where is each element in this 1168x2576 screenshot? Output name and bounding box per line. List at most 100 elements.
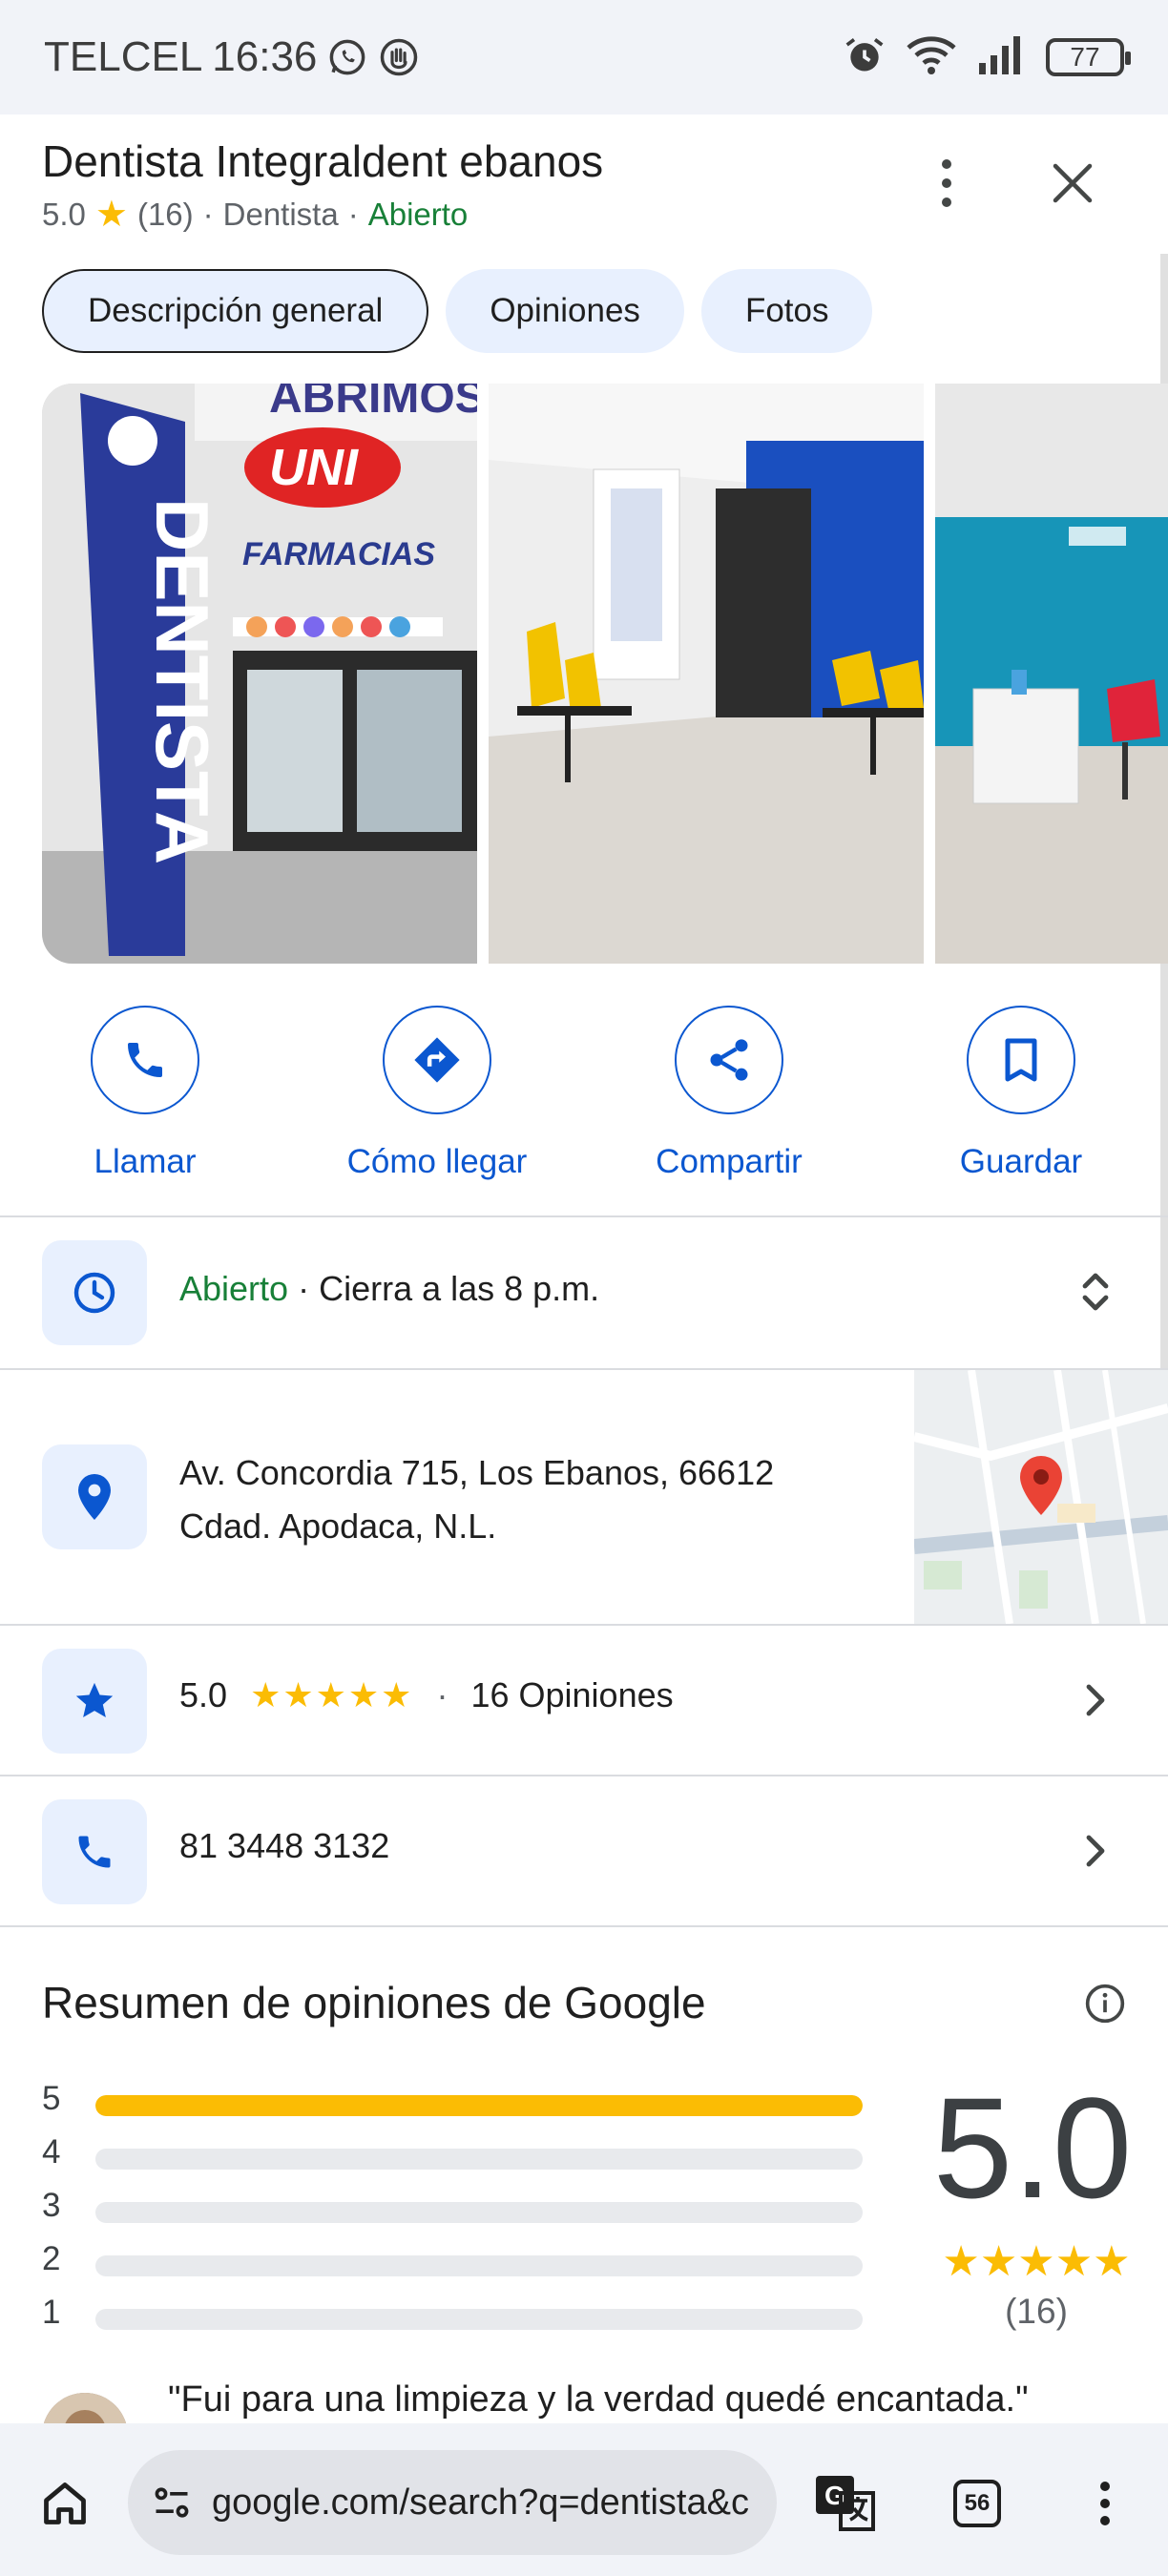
clock-icon	[73, 1272, 115, 1314]
place-header: Dentista Integraldent ebanos 5.0 ★ (16) …	[0, 114, 1168, 258]
battery-indicator: 77	[1046, 38, 1131, 76]
hours-text: Abierto · Cierra a las 8 p.m.	[179, 1269, 599, 1309]
info-button[interactable]	[1084, 1983, 1126, 2025]
directions-action-circle[interactable]	[383, 1006, 491, 1114]
phone-icon-box	[42, 1799, 147, 1904]
directions-action-label: Cómo llegar	[346, 1143, 528, 1180]
place-title: Dentista Integraldent ebanos	[42, 136, 604, 186]
share-action-label: Compartir	[656, 1143, 803, 1180]
storefront-image: ABRIMOS! UNI FARMACIAS DENTISTA	[42, 384, 477, 964]
separator: ·	[347, 196, 359, 232]
photo-storefront[interactable]: ABRIMOS! UNI FARMACIAS DENTISTA	[42, 384, 477, 964]
rating-bar-track	[95, 2095, 863, 2116]
action-buttons: Llamar Cómo llegar Compartir Guardar	[0, 1002, 1168, 1212]
review-summary-title: Resumen de opiniones de Google	[42, 1978, 706, 2027]
photo-hallway[interactable]	[489, 384, 924, 964]
status-bar-left: TELCEL 16:36	[44, 33, 420, 81]
rating-distribution: 5 4 3 2 1	[42, 2080, 863, 2347]
browser-bottom-bar: google.com/search?q=dentista&c G 56	[0, 2423, 1168, 2576]
unfold-icon	[1082, 1273, 1109, 1311]
rating-bar-row: 2	[42, 2240, 863, 2294]
tab-reviews[interactable]: Opiniones	[446, 269, 684, 353]
call-action-label: Llamar	[94, 1143, 197, 1180]
review-snippet[interactable]: "Fui para una limpieza y la verdad quedé…	[168, 2379, 1029, 2420]
rating-row[interactable]: 5.0 ★★★★★ · 16 Opiniones	[0, 1626, 1168, 1775]
url-text: google.com/search?q=dentista&c	[212, 2482, 749, 2523]
location-pin-icon	[78, 1474, 111, 1520]
rating-bar-row: 4	[42, 2133, 863, 2187]
map-image	[914, 1370, 1168, 1624]
call-action-button[interactable]: Llamar	[31, 1006, 260, 1181]
chevron-right-icon	[1086, 1835, 1105, 1867]
photo-office[interactable]	[935, 384, 1168, 964]
save-action-button[interactable]: Guardar	[907, 1006, 1136, 1181]
hand-icon	[378, 36, 420, 78]
tab-switcher-button[interactable]: 56	[943, 2469, 1012, 2538]
place-rating: 5.0	[42, 196, 86, 232]
rating-bar-row: 3	[42, 2187, 863, 2240]
info-icon	[1085, 1984, 1125, 2024]
rating-bar-label: 5	[42, 2080, 61, 2117]
alarm-icon	[844, 34, 886, 81]
address-line-1: Av. Concordia 715, Los Ebanos, 66612	[179, 1453, 775, 1492]
place-review-count: (16)	[136, 196, 194, 232]
phone-row[interactable]: 81 3448 3132	[0, 1776, 1168, 1925]
home-button[interactable]	[31, 2469, 99, 2538]
rating-bar-label: 2	[42, 2240, 61, 2277]
photo-carousel[interactable]: ABRIMOS! UNI FARMACIAS DENTISTA	[42, 384, 1168, 964]
directions-action-button[interactable]: Cómo llegar	[323, 1006, 552, 1181]
rating-bar-label: 3	[42, 2187, 61, 2224]
pharmacy-sub-text: FARMACIAS	[242, 536, 435, 572]
address-icon-box	[42, 1444, 147, 1549]
close-icon	[1053, 163, 1093, 203]
home-icon	[44, 2483, 86, 2524]
translate-icon: G	[816, 2476, 875, 2531]
more-vert-icon	[1100, 2482, 1110, 2525]
map-thumbnail[interactable]	[914, 1370, 1168, 1624]
share-action-button[interactable]: Compartir	[615, 1006, 844, 1181]
rating-bar-row: 1	[42, 2294, 863, 2347]
hours-detail: · Cierra a las 8 p.m.	[288, 1269, 600, 1308]
tab-count: 56	[953, 2480, 1001, 2527]
share-action-circle[interactable]	[675, 1006, 783, 1114]
tab-bar: Descripción general Opiniones Fotos	[42, 269, 873, 353]
hours-icon-box	[42, 1240, 147, 1345]
rating-bar-track	[95, 2149, 863, 2170]
call-action-circle[interactable]	[91, 1006, 199, 1114]
place-category: Dentista	[222, 196, 339, 232]
site-settings-icon	[155, 2487, 189, 2518]
directions-icon	[414, 1037, 460, 1083]
rating-bar-track	[95, 2202, 863, 2223]
address-line-2: Cdad. Apodaca, N.L.	[179, 1506, 497, 1546]
summary-count: (16)	[1005, 2292, 1068, 2331]
place-subline: 5.0 ★ (16) · Dentista · Abierto	[42, 193, 468, 236]
url-bar[interactable]: google.com/search?q=dentista&c	[128, 2450, 777, 2555]
chevron-right-icon	[1086, 1684, 1105, 1716]
browser-menu-button[interactable]	[1071, 2469, 1139, 2538]
hours-row[interactable]: Abierto · Cierra a las 8 p.m.	[0, 1217, 1168, 1368]
close-button[interactable]	[1034, 145, 1111, 221]
status-bar: TELCEL 16:36 77	[0, 0, 1168, 114]
rating-value: 5.0	[179, 1675, 228, 1714]
more-vert-icon	[942, 159, 951, 207]
star-icon	[75, 1682, 114, 1718]
summary-stars: ★★★★★	[942, 2238, 1131, 2285]
open-reviews-button[interactable]	[1076, 1681, 1115, 1719]
whatsapp-icon	[326, 36, 368, 78]
open-phone-button[interactable]	[1076, 1832, 1115, 1870]
tab-overview[interactable]: Descripción general	[42, 269, 429, 353]
translate-button[interactable]: G	[811, 2469, 880, 2538]
share-icon	[710, 1039, 748, 1081]
rating-bar-track	[95, 2309, 863, 2330]
wall-sign-text: ABRIMOS!	[269, 384, 477, 423]
rating-bar-track	[95, 2255, 863, 2276]
more-options-button[interactable]	[908, 145, 985, 221]
rating-bar-row: 5	[42, 2080, 863, 2133]
star-icon: ★	[94, 195, 128, 235]
tab-photos[interactable]: Fotos	[700, 269, 873, 353]
rating-bar-label: 4	[42, 2133, 61, 2171]
pharmacy-sign-text: UNI	[269, 439, 359, 496]
banner-text: DENTISTA	[140, 498, 224, 864]
expand-hours-button[interactable]	[1076, 1273, 1115, 1311]
save-action-circle[interactable]	[967, 1006, 1075, 1114]
